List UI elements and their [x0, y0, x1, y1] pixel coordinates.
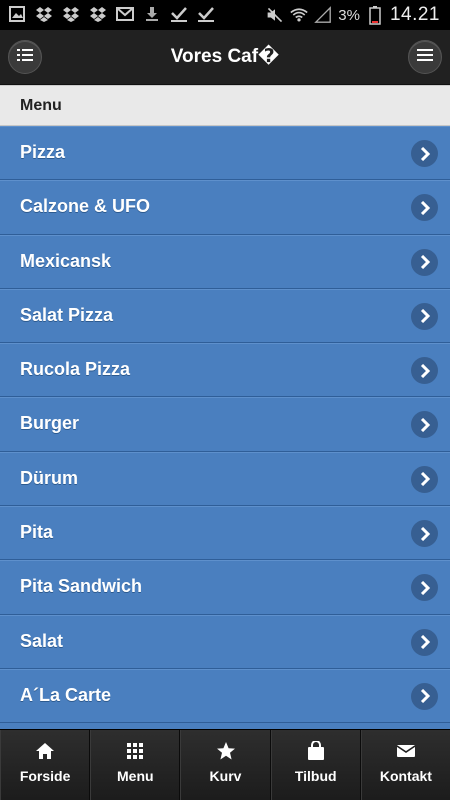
wifi-icon	[290, 6, 308, 24]
menu-item-label: Pizza	[20, 142, 66, 162]
check-icon	[197, 5, 215, 23]
gmail-icon	[116, 5, 134, 23]
grid-icon	[124, 740, 146, 762]
star-icon	[215, 740, 237, 762]
menu-item[interactable]: Rucola Pizza	[0, 343, 450, 398]
menu-item-label: Burger	[20, 413, 80, 434]
menu-item[interactable]: Mexicansk	[0, 234, 450, 289]
tab-label: Kurv	[209, 768, 242, 784]
tab-label: Menu	[117, 768, 154, 784]
clock: 14.21	[389, 4, 440, 25]
menu-item[interactable]: Dürum	[0, 451, 450, 507]
chevron-right-icon	[411, 682, 438, 710]
tab-label: Tilbud	[294, 768, 337, 784]
dropbox-icon	[89, 5, 107, 23]
chevron-right-icon	[411, 520, 438, 548]
tab-tilbud[interactable]: Tilbud	[270, 730, 361, 800]
home-icon	[34, 740, 56, 762]
list-divider-label: Menu	[20, 97, 62, 114]
signal-icon	[314, 6, 332, 24]
menu-item[interactable]: Pizza	[0, 126, 450, 181]
chevron-right-icon	[411, 194, 438, 222]
list-divider: Menu	[0, 85, 450, 126]
menu-item-label: Salat Pizza	[20, 304, 114, 325]
tab-menu[interactable]: Menu	[90, 730, 181, 800]
battery-icon	[366, 6, 384, 25]
menu-item[interactable]: Salat	[0, 614, 450, 669]
footer-nav: Forside Menu Kurv Tilbud Kontakt	[0, 729, 450, 800]
status-bar: 3% 14.21	[0, 0, 450, 30]
download-icon	[143, 5, 161, 23]
menu-item[interactable]: Pita Sandwich	[0, 560, 450, 615]
menu-list: Pizza Calzone & UFO Mexicansk Salat Pizza Ru…	[0, 126, 450, 729]
menu-item[interactable]: Calzone & UFO	[0, 180, 450, 235]
menu-item[interactable]: Salat Pizza	[0, 288, 450, 344]
menu-item[interactable]: Burger	[0, 397, 450, 452]
battery-percent: 3%	[338, 6, 360, 24]
check-icon	[170, 5, 188, 23]
menu-item-label: Rucola Pizza	[20, 359, 131, 380]
mail-icon	[395, 740, 417, 762]
menu-item[interactable]: A´La Carte	[0, 668, 450, 724]
tab-label: Forside	[19, 768, 71, 784]
chevron-right-icon	[411, 140, 438, 167]
menu-item-label: A´La Carte	[20, 684, 112, 705]
menu-item-label: Pita Sandwich	[20, 576, 143, 597]
gallery-icon	[8, 5, 26, 23]
chevron-right-icon	[411, 302, 438, 330]
bag-icon	[305, 740, 327, 762]
app-header: Vores Caf�	[0, 30, 450, 85]
chevron-right-icon	[411, 574, 438, 602]
tab-label: Kontakt	[379, 768, 432, 784]
chevron-right-icon	[411, 248, 438, 276]
dropbox-icon	[35, 5, 53, 23]
menu-item-label: Calzone & UFO	[20, 196, 151, 217]
chevron-right-icon	[411, 628, 438, 656]
menu-item-label: Dürum	[20, 467, 78, 488]
dropbox-icon	[62, 5, 80, 23]
chevron-right-icon	[411, 465, 438, 493]
menu-button[interactable]	[408, 40, 442, 74]
menu-item[interactable]: Pita	[0, 506, 450, 561]
menu-item-label: Mexicansk	[20, 250, 112, 271]
menu-item-label: Pita	[20, 522, 54, 543]
page-title: Vores Caf�	[170, 46, 280, 67]
tab-forside[interactable]: Forside	[0, 730, 91, 800]
chevron-right-icon	[411, 357, 438, 385]
menu-icon	[417, 48, 433, 67]
tab-kurv[interactable]: Kurv	[180, 730, 271, 800]
mute-icon	[266, 6, 284, 24]
tab-kontakt[interactable]: Kontakt	[360, 730, 450, 800]
chevron-right-icon	[411, 411, 438, 439]
menu-item-label: Salat	[20, 630, 64, 651]
